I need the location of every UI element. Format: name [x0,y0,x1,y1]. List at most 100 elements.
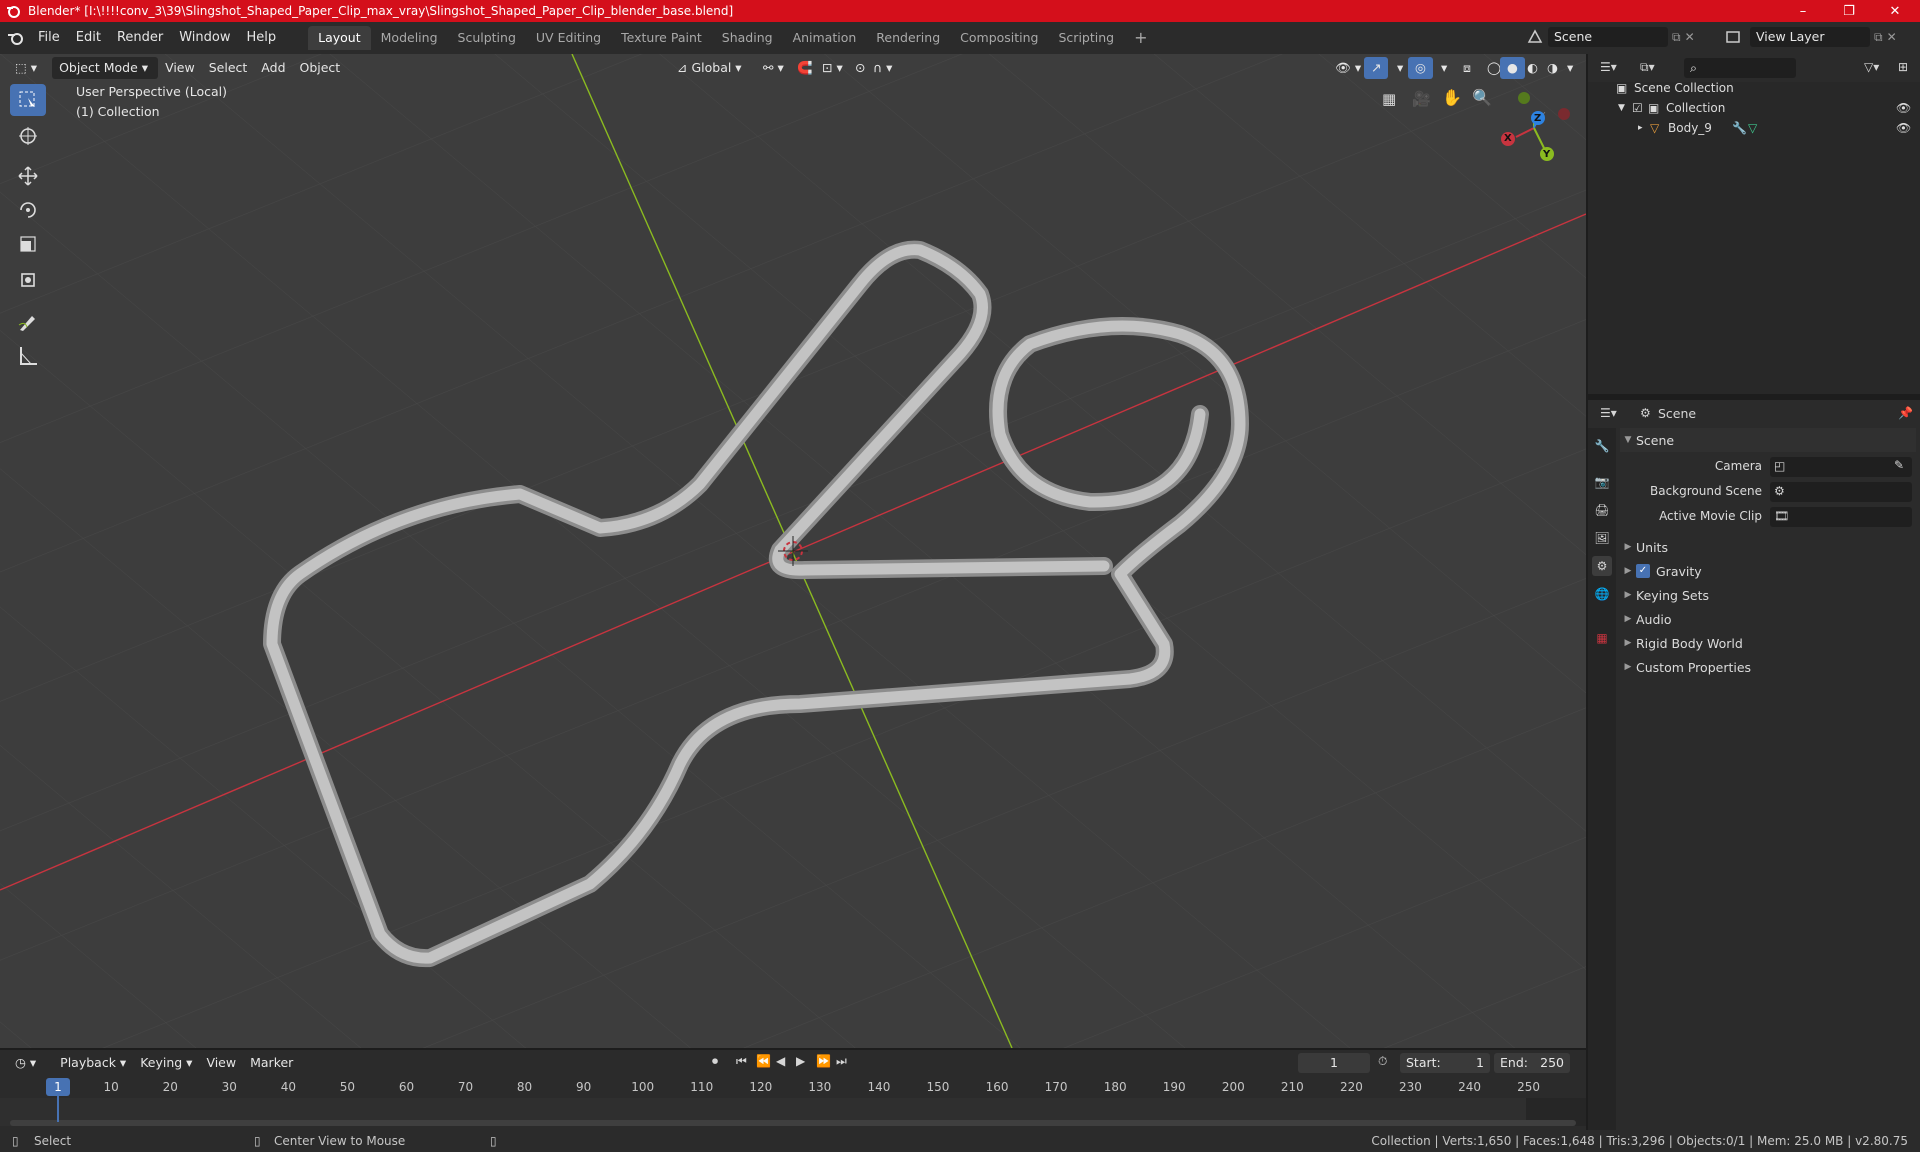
menu-window[interactable]: Window [171,22,238,54]
scene-tab-icon[interactable]: ⚙ [1592,556,1612,576]
delete-view-layer-icon[interactable]: ✕ [1887,30,1897,44]
add-workspace-icon[interactable]: + [1124,26,1157,50]
timeline-menu-marker[interactable]: Marker [243,1052,300,1074]
play-reverse-icon[interactable]: ◀ [776,1054,785,1068]
tab-uv-editing[interactable]: UV Editing [526,26,611,50]
expand-collection-icon[interactable]: ▼ [1618,103,1632,113]
snap-target-icon[interactable]: ⊡ ▾ [815,57,850,79]
view-layer-tab-icon[interactable]: 🖼 [1592,528,1612,548]
render-tab-icon[interactable]: 📷 [1592,472,1612,492]
rotate-tool[interactable] [10,194,46,226]
falloff-icon[interactable]: ∩ ▾ [866,57,899,79]
minimize-button[interactable]: – [1780,0,1826,22]
pan-view-icon[interactable]: ✋ [1442,88,1462,107]
end-frame-field[interactable]: End: 250 [1494,1053,1570,1073]
jump-keyframe-back-icon[interactable]: ⏪ [756,1054,771,1068]
collection-checkbox-icon[interactable]: ☑ [1632,101,1648,115]
tab-rendering[interactable]: Rendering [866,26,950,50]
annotate-tool[interactable] [10,306,46,338]
background-scene-field[interactable]: ⚙ [1770,482,1912,502]
xray-icon[interactable]: ⧈ [1456,57,1478,79]
pin-icon[interactable]: 📌 [1898,406,1913,420]
transform-tool[interactable] [10,264,46,296]
output-tab-icon[interactable]: 🖨 [1592,500,1612,520]
tab-texture-paint[interactable]: Texture Paint [611,26,712,50]
outliner-row-body-9[interactable]: ▸ ▽ Body_9 🔧 ▽ 👁 [1588,118,1920,138]
keying-sets-panel-header[interactable]: ▶ Keying Sets [1620,583,1916,607]
scale-tool[interactable] [10,228,46,260]
active-movie-clip-field[interactable]: 🎞 [1770,507,1912,527]
outliner-search-input[interactable]: ⌕ [1684,58,1796,78]
tab-compositing[interactable]: Compositing [950,26,1048,50]
menu-edit[interactable]: Edit [68,22,109,54]
expand-object-icon[interactable]: ▸ [1638,123,1650,133]
delete-scene-icon[interactable]: ✕ [1685,30,1695,44]
tool-tab-icon[interactable]: 🔧 [1592,436,1612,456]
tab-animation[interactable]: Animation [783,26,867,50]
menu-help[interactable]: Help [239,22,285,54]
outliner-editor-type-icon[interactable]: ☰▾ [1600,60,1617,74]
jump-keyframe-forward-icon[interactable]: ⏩ [816,1054,831,1068]
world-tab-icon[interactable]: 🌐 [1592,584,1612,604]
orientation-dropdown[interactable]: ⊿ Global ▾ [670,57,749,79]
move-tool[interactable] [10,160,46,192]
tab-modeling[interactable]: Modeling [371,26,448,50]
timeline-menu-playback[interactable]: Playback ▾ [53,1052,133,1074]
menu-render[interactable]: Render [109,22,171,54]
timeline-scrollbar[interactable] [10,1120,1576,1126]
gravity-panel-header[interactable]: ▶ ✓ Gravity [1620,559,1916,583]
maximize-button[interactable]: ❐ [1826,0,1872,22]
timeline-editor-type-icon[interactable]: ◷ ▾ [8,1052,43,1074]
preview-range-icon[interactable]: ⏱ [1378,1054,1387,1069]
select-box-tool[interactable] [10,84,46,116]
outliner-row-scene-collection[interactable]: ▣ Scene Collection [1588,78,1920,98]
blender-menu-icon[interactable] [0,28,30,48]
shading-dropdown-icon[interactable]: ▾ [1560,57,1580,79]
measure-tool[interactable] [10,340,46,372]
navigation-gizmo[interactable] [1490,84,1570,164]
record-icon[interactable]: ⏺ [712,1054,718,1069]
viewport-menu-add[interactable]: Add [254,57,292,79]
gizmo-neg-y-icon[interactable] [1518,92,1530,104]
timeline-menu-view[interactable]: View [199,1052,243,1074]
gizmo-neg-x-icon[interactable] [1558,108,1570,120]
rigid-body-world-panel-header[interactable]: ▶ Rigid Body World [1620,631,1916,655]
gizmo-toggle-icon[interactable]: ↗ [1364,57,1389,79]
playhead-frame-badge[interactable]: 1 [46,1078,70,1096]
pivot-icon[interactable]: ⚯ ▾ [756,57,791,79]
viewport-menu-view[interactable]: View [158,57,202,79]
tab-sculpting[interactable]: Sculpting [448,26,526,50]
zoom-view-icon[interactable]: 🔍 [1472,88,1492,107]
jump-end-icon[interactable]: ⏭ [836,1054,847,1069]
tab-layout[interactable]: Layout [308,26,371,50]
collection-visibility-icon[interactable]: 👁 [1896,101,1911,115]
tab-shading[interactable]: Shading [712,26,783,50]
view-layer-field[interactable]: View Layer [1750,27,1870,47]
editor-type-icon[interactable]: ⬚ ▾ [8,57,44,79]
current-frame-field[interactable]: 1 [1298,1053,1370,1073]
viewport-menu-object[interactable]: Object [293,57,348,79]
scene-icon[interactable] [1526,28,1544,46]
play-icon[interactable]: ▶ [796,1054,805,1068]
texture-tab-icon[interactable]: ▦ [1592,628,1612,648]
viewport-menu-select[interactable]: Select [202,57,255,79]
object-visibility-icon[interactable]: 👁 [1896,121,1911,135]
eyedropper-icon[interactable]: ✎ [1894,458,1904,472]
outliner-display-mode-icon[interactable]: ⧉▾ [1640,60,1655,75]
mode-dropdown[interactable]: Object Mode ▾ [52,57,159,79]
audio-panel-header[interactable]: ▶ Audio [1620,607,1916,631]
tab-scripting[interactable]: Scripting [1049,26,1125,50]
gravity-checkbox[interactable]: ✓ [1636,564,1650,578]
scene-panel-header[interactable]: ▼ Scene [1620,428,1916,452]
toggle-grid-icon[interactable]: ▦ [1382,90,1396,108]
jump-start-icon[interactable]: ⏮ [736,1054,747,1069]
outliner-row-collection[interactable]: ▼ ☑ ▣ Collection 👁 [1588,98,1920,118]
new-view-layer-icon[interactable]: ⧉ [1874,30,1883,45]
camera-view-icon[interactable]: 🎥 [1412,90,1431,108]
mesh-data-icon[interactable]: ▽ [1748,121,1757,135]
new-collection-icon[interactable]: ⊞ [1898,60,1908,74]
start-frame-field[interactable]: Start: 1 [1400,1053,1490,1073]
cursor-tool[interactable] [10,120,46,152]
units-panel-header[interactable]: ▶ Units [1620,535,1916,559]
timeline-menu-keying[interactable]: Keying ▾ [133,1052,199,1074]
